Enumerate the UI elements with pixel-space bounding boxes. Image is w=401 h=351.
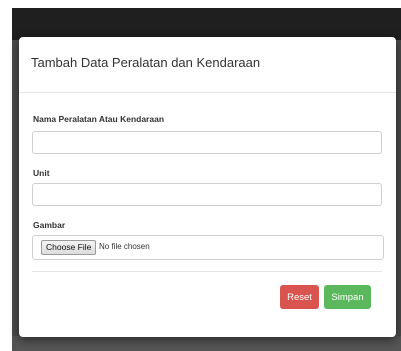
footer-divider xyxy=(32,271,382,272)
name-label: Nama Peralatan Atau Kendaraan xyxy=(33,114,165,124)
equipment-name-input[interactable] xyxy=(32,131,382,154)
save-button[interactable]: Simpan xyxy=(324,285,371,309)
add-equipment-dialog: Tambah Data Peralatan dan Kendaraan Nama… xyxy=(19,37,396,337)
dialog-header: Tambah Data Peralatan dan Kendaraan xyxy=(19,37,396,93)
image-file-input[interactable]: Choose File No file chosen xyxy=(32,235,384,260)
file-status-text: No file chosen xyxy=(99,242,150,251)
choose-file-button[interactable]: Choose File xyxy=(41,240,97,255)
reset-button[interactable]: Reset xyxy=(280,285,319,309)
unit-input[interactable] xyxy=(32,183,382,206)
unit-label: Unit xyxy=(33,168,50,178)
image-label: Gambar xyxy=(33,220,66,230)
backdrop-navbar xyxy=(12,8,401,40)
backdrop-footer xyxy=(12,336,401,351)
dialog-title: Tambah Data Peralatan dan Kendaraan xyxy=(31,55,261,70)
